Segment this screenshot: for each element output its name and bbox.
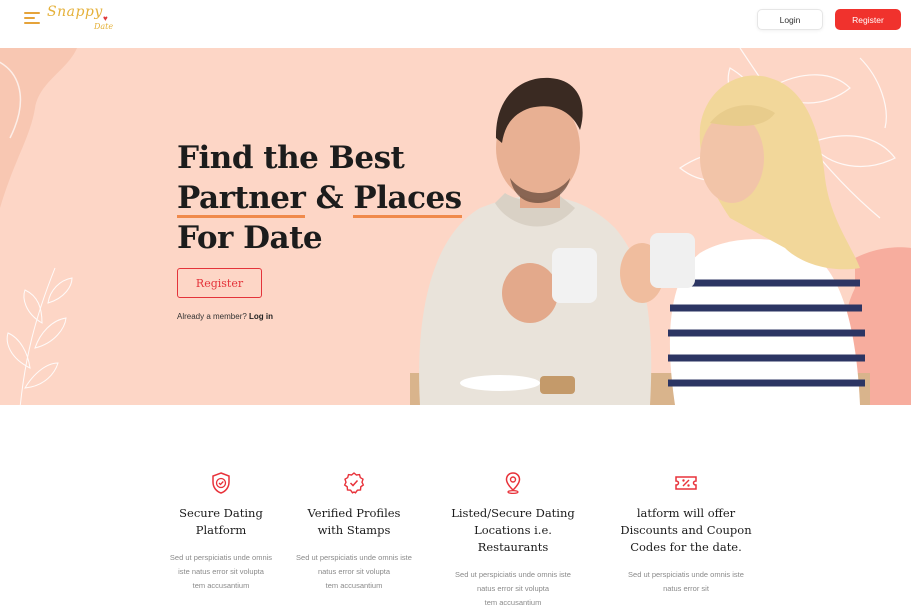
- login-button[interactable]: Login: [757, 9, 823, 30]
- feature-desc-line: natus error sit volupta: [317, 567, 391, 576]
- feature-title-line: Verified Profiles: [307, 506, 401, 520]
- hero-title-line-3: For Date: [177, 220, 323, 256]
- feature-verified-profiles: Verified Profiles with Stamps Sed ut per…: [286, 471, 422, 593]
- highlight-places: Places: [353, 180, 462, 218]
- feature-title-line: Discounts and Coupon: [620, 523, 752, 537]
- decorative-blob: [0, 48, 77, 208]
- hero-title-line-2: Partner & Places: [177, 178, 462, 218]
- logo-text: Snappy: [47, 4, 103, 20]
- feature-title: Verified Profiles with Stamps: [286, 505, 422, 539]
- feature-title-line: Platform: [195, 523, 247, 537]
- feature-desc-line: tem accusantium: [484, 598, 542, 607]
- hamburger-menu-icon[interactable]: [24, 12, 40, 25]
- feature-desc-line: tem accusantium: [192, 581, 250, 590]
- hero-title-line-1: Find the Best: [177, 140, 405, 176]
- member-prompt: Already a member? Log in: [177, 312, 273, 321]
- feature-secure-dating: Secure Dating Platform Sed ut perspiciat…: [160, 471, 282, 593]
- feature-title-line: latform will offer: [636, 506, 736, 520]
- logo[interactable]: Snappy ♥ Date: [47, 4, 113, 34]
- hero-section: Find the Best Partner & Places For Date …: [0, 48, 911, 405]
- feature-title: latform will offer Discounts and Coupon …: [616, 505, 756, 556]
- feature-title-line: Locations i.e. Restaurants: [474, 523, 552, 554]
- shield-check-icon: [212, 472, 230, 494]
- feature-title-line: Listed/Secure Dating: [451, 506, 575, 520]
- logo-subtext: Date: [94, 22, 114, 31]
- hero-register-button[interactable]: Register: [177, 268, 262, 298]
- feature-description: Sed ut perspiciatis unde omnis iste natu…: [616, 568, 756, 596]
- member-text: Already a member?: [177, 312, 250, 321]
- feature-title: Secure Dating Platform: [160, 505, 282, 539]
- decorative-leaves: [6, 267, 73, 405]
- feature-description: Sed ut perspiciatis unde omnis iste natu…: [286, 551, 422, 593]
- discount-ticket-icon: [675, 476, 697, 490]
- feature-description: Sed ut perspiciatis unde omnis iste natu…: [443, 568, 583, 610]
- feature-title-line: Secure Dating: [179, 506, 263, 520]
- feature-secure-locations: Listed/Secure Dating Locations i.e. Rest…: [443, 471, 583, 610]
- feature-desc-line: Sed ut perspiciatis unde omnis iste: [628, 570, 744, 579]
- feature-desc-line: tem accusantium: [325, 581, 383, 590]
- feature-discounts: latform will offer Discounts and Coupon …: [616, 471, 756, 596]
- highlight-partner: Partner: [177, 180, 306, 218]
- feature-title-line: Codes for the date.: [630, 540, 742, 554]
- features-section: Secure Dating Platform Sed ut perspiciat…: [0, 405, 911, 613]
- header: Snappy ♥ Date Login Register: [0, 0, 911, 40]
- feature-description: Sed ut perspiciatis unde omnis iste natu…: [160, 551, 282, 593]
- feature-desc-line: natus error sit volupta: [476, 584, 550, 593]
- feature-desc-line: Sed ut perspiciatis unde omnis: [169, 553, 273, 562]
- verified-badge-icon: [343, 472, 365, 494]
- feature-desc-line: iste natus error sit volupta: [178, 567, 264, 576]
- hero-title: Find the Best Partner & Places For Date: [177, 138, 462, 258]
- title-ampersand: &: [305, 180, 354, 216]
- login-link[interactable]: Log in: [249, 312, 273, 321]
- feature-title: Listed/Secure Dating Locations i.e. Rest…: [443, 505, 583, 556]
- feature-desc-line: Sed ut perspiciatis unde omnis iste: [296, 553, 412, 562]
- feature-desc-line: Sed ut perspiciatis unde omnis iste: [455, 570, 571, 579]
- register-button[interactable]: Register: [835, 9, 901, 30]
- location-pin-icon: [505, 472, 521, 495]
- feature-title-line: with Stamps: [317, 523, 391, 537]
- couple-photo: [410, 75, 870, 405]
- feature-desc-line: natus error sit: [663, 584, 709, 593]
